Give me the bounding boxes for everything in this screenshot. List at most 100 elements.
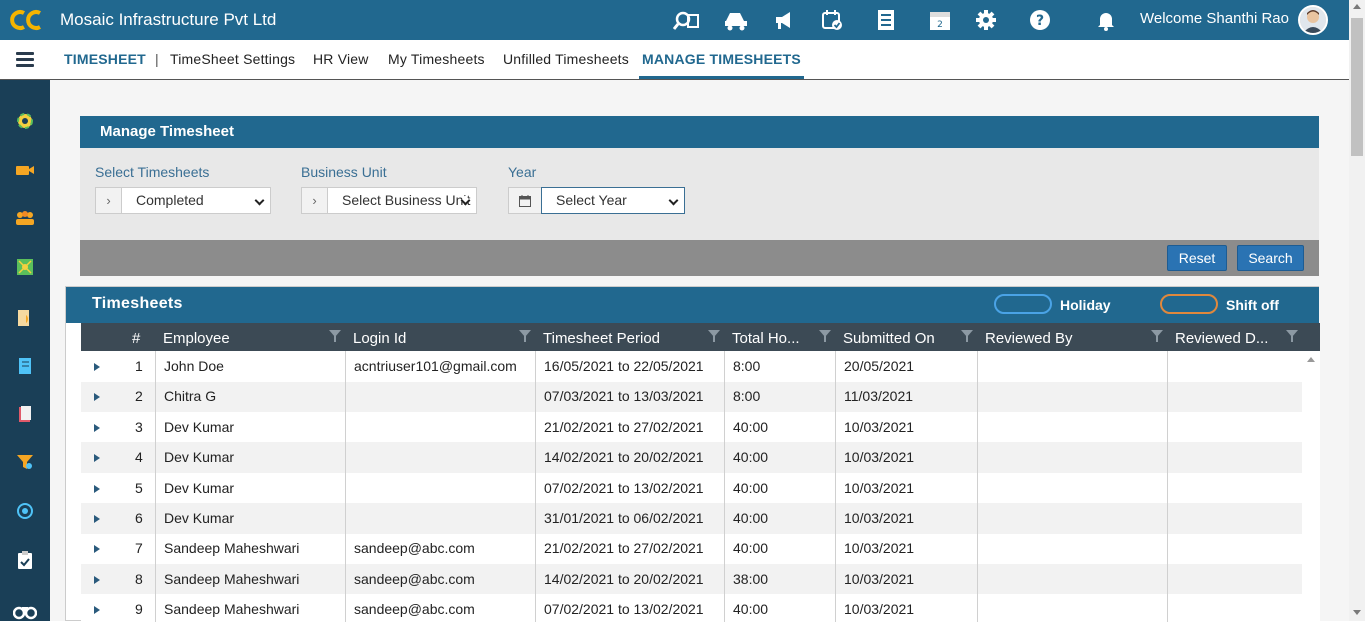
- holiday-legend-swatch: [994, 294, 1052, 314]
- cell-timesheet-period: 21/02/2021 to 27/02/2021: [544, 540, 704, 557]
- tab-unfilled-timesheets[interactable]: Unfilled Timesheets: [503, 51, 629, 67]
- column-header-reviewed-by[interactable]: Reviewed By: [985, 330, 1073, 347]
- expand-row-icon[interactable]: [94, 545, 100, 554]
- filter-panel: Select Timesheets › Completed Business U…: [80, 148, 1319, 240]
- table-row[interactable]: 9 Sandeep Maheshwari sandeep@abc.com 07/02/…: [81, 594, 1302, 622]
- expand-row-icon[interactable]: [94, 575, 100, 584]
- dashboard-icon[interactable]: [13, 111, 37, 131]
- binoculars-icon[interactable]: [13, 601, 37, 621]
- cell-timesheet-period: 14/02/2021 to 20/02/2021: [544, 449, 704, 466]
- table-row[interactable]: 3 Dev Kumar 21/02/2021 to 27/02/2021 40:00 1…: [81, 411, 1302, 443]
- grid-title: Timesheets: [92, 295, 183, 312]
- cell-number: 6: [135, 510, 143, 526]
- tab-my-timesheets[interactable]: My Timesheets: [388, 51, 485, 67]
- column-divider: [155, 351, 156, 622]
- column-header-employee[interactable]: Employee: [163, 330, 230, 347]
- cell-submitted-on: 10/03/2021: [844, 601, 915, 618]
- puzzle-icon[interactable]: [13, 257, 37, 277]
- nav-brand[interactable]: TIMESHEET: [64, 51, 146, 67]
- notebook-icon[interactable]: [13, 356, 37, 376]
- company-logo[interactable]: [10, 8, 44, 32]
- sidebar: [0, 80, 50, 621]
- scroll-down-icon[interactable]: [1353, 610, 1361, 615]
- expand-row-icon[interactable]: [94, 515, 100, 523]
- calendar-icon[interactable]: 2: [926, 6, 954, 34]
- vehicle-icon[interactable]: [722, 6, 750, 34]
- cell-employee: Dev Kumar: [164, 449, 235, 466]
- column-header-login-id[interactable]: Login Id: [353, 330, 406, 347]
- cell-submitted-on: 10/03/2021: [844, 570, 915, 587]
- expand-row-icon[interactable]: [94, 423, 100, 432]
- year-value: Select Year: [556, 192, 627, 208]
- table-row[interactable]: 7 Sandeep Maheshwari sandeep@abc.com 21/02/…: [81, 533, 1302, 564]
- business-unit-label: Business Unit: [301, 164, 387, 180]
- column-header-total-hours[interactable]: Total Ho...: [732, 330, 800, 347]
- search-people-icon[interactable]: [672, 6, 700, 34]
- hamburger-menu-icon[interactable]: [16, 52, 34, 68]
- scroll-thumb[interactable]: [1351, 18, 1363, 156]
- bell-icon[interactable]: [1092, 6, 1120, 34]
- clipboard-icon[interactable]: [13, 550, 37, 570]
- cell-total-hours: 40:00: [733, 479, 769, 496]
- tab-hr-view[interactable]: HR View: [313, 51, 369, 67]
- document-icon[interactable]: [13, 308, 37, 328]
- grid-scrollbar[interactable]: [1302, 351, 1320, 622]
- filter-icon[interactable]: [13, 452, 37, 472]
- table-row[interactable]: 6 Dev Kumar 31/01/2021 to 06/02/2021 40:00 1…: [81, 503, 1302, 534]
- list-icon[interactable]: [872, 6, 900, 34]
- scroll-up-icon[interactable]: [1307, 357, 1315, 362]
- column-header-reviewed-date[interactable]: Reviewed D...: [1175, 330, 1268, 347]
- cell-employee: Sandeep Maheshwari: [164, 601, 300, 618]
- announcement-icon[interactable]: [770, 6, 798, 34]
- expand-row-icon[interactable]: [94, 454, 100, 463]
- calendar-icon: [508, 187, 541, 214]
- cell-employee: Sandeep Maheshwari: [164, 570, 300, 587]
- cell-employee: Dev Kumar: [164, 510, 235, 526]
- year-dropdown[interactable]: Select Year: [541, 187, 685, 214]
- cell-total-hours: 8:00: [733, 358, 761, 374]
- avatar[interactable]: [1298, 5, 1328, 35]
- business-unit-field: › Select Business Unit: [301, 187, 477, 214]
- select-timesheets-dropdown[interactable]: Completed: [121, 187, 271, 214]
- panel-title: Manage Timesheet: [80, 116, 1319, 148]
- main-content: Manage Timesheet Select Timesheets › Com…: [50, 80, 1349, 622]
- expand-row-icon[interactable]: [94, 363, 100, 371]
- calendar-check-icon[interactable]: [818, 6, 846, 34]
- welcome-text: Welcome Shanthi Rao: [1140, 10, 1289, 27]
- search-button[interactable]: Search: [1237, 245, 1304, 271]
- grid-header: # Employee Login Id Timesheet Period Tot…: [81, 323, 1320, 351]
- reset-button[interactable]: Reset: [1167, 245, 1227, 271]
- holiday-legend-label: Holiday: [1060, 297, 1111, 313]
- column-divider: [1167, 351, 1168, 622]
- cell-submitted-on: 10/03/2021: [844, 418, 915, 435]
- help-icon[interactable]: ?: [1026, 6, 1054, 34]
- tab-manage-timesheets[interactable]: MANAGE TIMESHEETS: [642, 51, 801, 67]
- page-scrollbar[interactable]: [1349, 0, 1365, 621]
- team-icon[interactable]: [13, 208, 37, 228]
- table-row[interactable]: 5 Dev Kumar 07/02/2021 to 13/02/2021 40:00 1…: [81, 472, 1302, 504]
- column-header-timesheet-period[interactable]: Timesheet Period: [543, 330, 660, 347]
- chevron-down-icon: [254, 195, 265, 206]
- gear-icon[interactable]: [972, 6, 1000, 34]
- cell-total-hours: 40:00: [733, 601, 769, 618]
- scroll-up-icon[interactable]: [1353, 4, 1361, 9]
- table-row[interactable]: 1 John Doe acntriuser101@gmail.com 16/05/20…: [81, 351, 1302, 382]
- business-unit-dropdown[interactable]: Select Business Unit: [327, 187, 477, 214]
- shift-off-legend-label: Shift off: [1226, 297, 1279, 313]
- expand-row-icon[interactable]: [94, 484, 100, 493]
- target-icon[interactable]: [13, 501, 37, 521]
- column-header-submitted-on[interactable]: Submitted On: [843, 330, 935, 347]
- active-tab-indicator: [639, 76, 804, 79]
- cell-employee: Chitra G: [164, 388, 217, 405]
- filter-icon-stem: [524, 336, 526, 342]
- tab-timesheet-settings[interactable]: TimeSheet Settings: [170, 51, 295, 67]
- table-row[interactable]: 8 Sandeep Maheshwari sandeep@abc.com 14/02/…: [81, 563, 1302, 595]
- table-row[interactable]: 2 Chitra G 07/03/2021 to 13/03/2021 8:00 11/…: [81, 381, 1302, 412]
- video-icon[interactable]: [13, 160, 37, 180]
- column-divider: [535, 351, 536, 622]
- column-header-number: #: [132, 330, 141, 347]
- expand-row-icon[interactable]: [94, 606, 100, 615]
- expand-row-icon[interactable]: [94, 393, 100, 402]
- table-row[interactable]: 4 Dev Kumar 14/02/2021 to 20/02/2021 40:00 1…: [81, 442, 1302, 473]
- book-icon[interactable]: [13, 404, 37, 424]
